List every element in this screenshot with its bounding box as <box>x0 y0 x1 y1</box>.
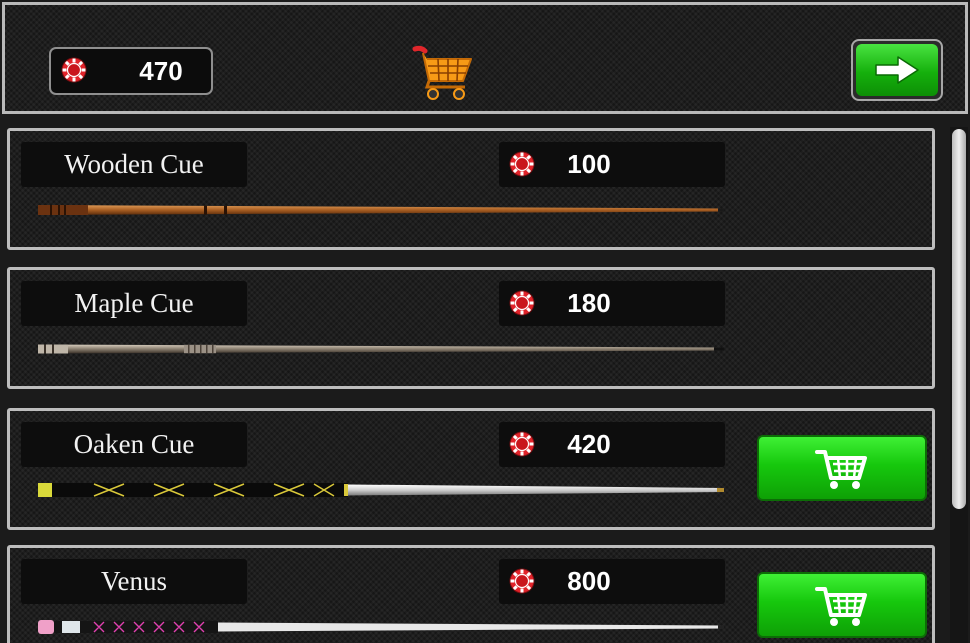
cue-item-wooden: Wooden Cue 100 <box>7 128 935 250</box>
cue-item-maple: Maple Cue 180 <box>7 267 935 389</box>
wooden-cue-image <box>38 205 724 215</box>
buy-button[interactable] <box>757 572 927 638</box>
cue-name: Oaken Cue <box>21 422 247 467</box>
cue-price: 800 <box>499 559 725 604</box>
cue-price-value: 420 <box>567 429 611 459</box>
balance-value: 470 <box>139 56 183 86</box>
cue-list: Wooden Cue 100 Maple Cue 180 Oaken Cue 4… <box>0 118 948 643</box>
cue-price-value: 800 <box>567 566 611 596</box>
cue-item-oaken: Oaken Cue 420 <box>7 408 935 530</box>
cue-price: 180 <box>499 281 725 326</box>
poker-chip-icon <box>61 57 87 83</box>
scrollbar[interactable] <box>950 127 968 643</box>
shopping-cart-icon <box>815 450 867 491</box>
maple-cue-image <box>38 344 724 354</box>
coin-balance: 470 <box>49 47 213 95</box>
shopping-cart-icon <box>815 587 867 628</box>
oaken-cue-image <box>38 483 724 497</box>
cue-name: Venus <box>21 559 247 604</box>
cue-price-value: 180 <box>567 288 611 318</box>
scrollbar-thumb[interactable] <box>952 129 966 509</box>
cue-price-value: 100 <box>567 149 611 179</box>
poker-chip-icon <box>509 290 535 316</box>
shopping-cart-icon <box>412 45 472 100</box>
buy-button[interactable] <box>757 435 927 501</box>
cue-price: 420 <box>499 422 725 467</box>
cue-name: Maple Cue <box>21 281 247 326</box>
top-bar: 470 <box>2 2 968 114</box>
poker-chip-icon <box>509 431 535 457</box>
next-button[interactable] <box>851 39 943 101</box>
arrow-right-icon <box>875 56 919 84</box>
venus-cue-image <box>38 620 724 634</box>
cue-item-venus: Venus 800 <box>7 545 935 643</box>
poker-chip-icon <box>509 151 535 177</box>
cue-price: 100 <box>499 142 725 187</box>
poker-chip-icon <box>509 568 535 594</box>
cue-name: Wooden Cue <box>21 142 247 187</box>
